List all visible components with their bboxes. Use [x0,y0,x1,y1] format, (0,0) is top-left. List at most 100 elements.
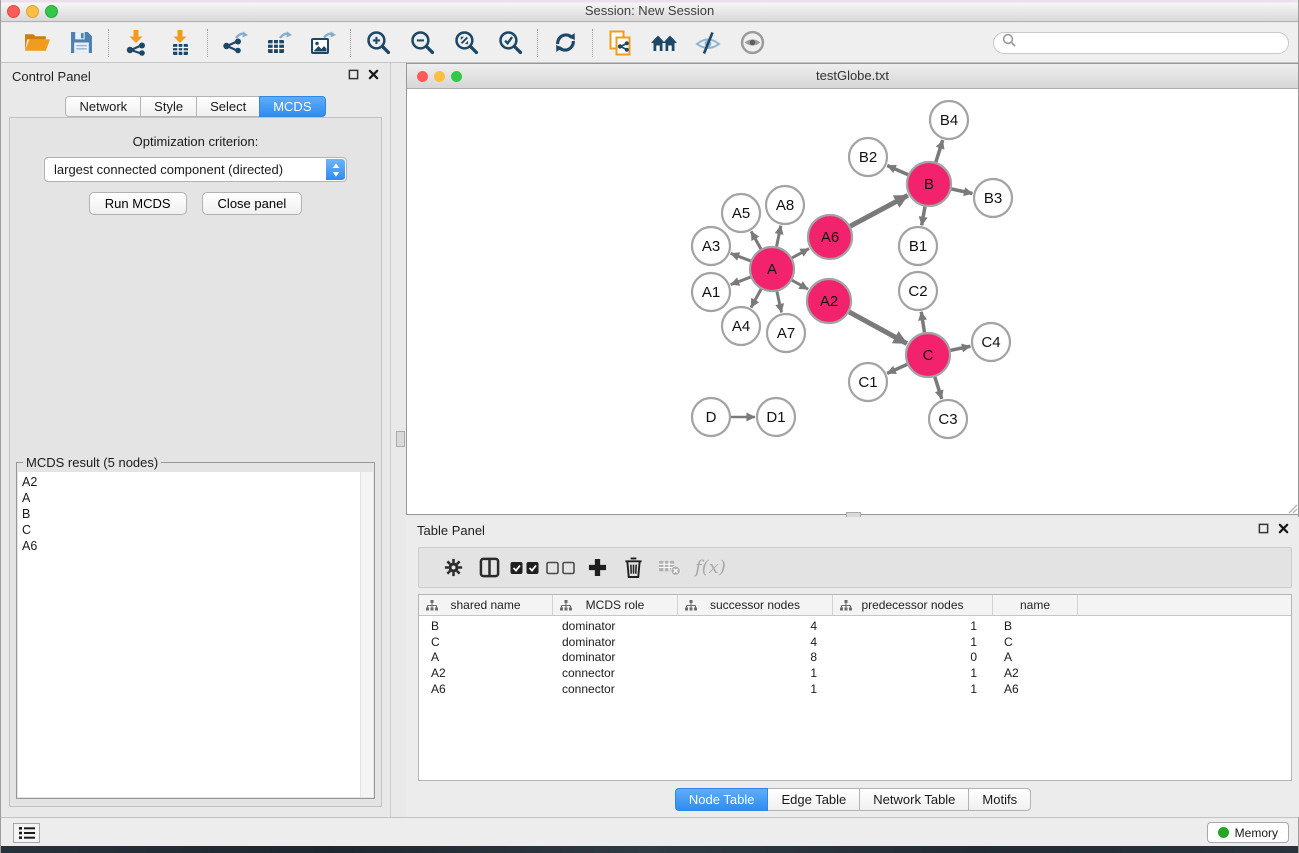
save-session-icon[interactable] [67,29,95,57]
search-field[interactable] [993,32,1289,54]
criterion-dropdown[interactable]: largest connected component (directed) [44,157,347,182]
tab-mcds[interactable]: MCDS [259,96,325,117]
graph-node-D1[interactable]: D1 [757,398,795,436]
network-canvas[interactable]: AA1A2A3A4A5A6A7A8BB1B2B3B4CC1C2C3C4DD1 [407,89,1298,514]
graph-node-D[interactable]: D [692,398,730,436]
add-column-icon[interactable] [579,553,615,583]
graph-edge-A-A3[interactable] [731,253,754,262]
close-panel-icon[interactable] [1278,521,1289,539]
table-row[interactable]: A2connector11A2 [419,666,1291,682]
float-panel-icon[interactable] [1258,521,1269,539]
graph-edge-A-A5[interactable] [751,231,762,251]
tab-node-table[interactable]: Node Table [675,788,769,811]
graph-edge-A-A1[interactable] [731,276,754,285]
graph-node-A1[interactable]: A1 [692,273,730,311]
graph-edge-A-A4[interactable] [751,287,762,308]
export-network-icon[interactable] [221,29,249,57]
column-header-mcds-role[interactable]: MCDS role [552,595,677,615]
memory-button[interactable]: Memory [1207,822,1289,843]
graph-node-A6[interactable]: A6 [808,215,852,259]
settings-gear-icon[interactable] [435,553,471,583]
graph-node-A[interactable]: A [750,247,794,291]
zoom-fit-icon[interactable] [452,29,480,57]
minimize-window-button[interactable] [26,5,39,18]
update-view-icon[interactable] [551,29,579,57]
close-window-button[interactable] [7,5,20,18]
import-network-icon[interactable] [122,29,150,57]
export-table-icon[interactable] [265,29,293,57]
graph-edge-C-C3[interactable] [934,374,942,399]
column-header-name[interactable]: name [992,595,1077,615]
graph-edge-C-C1[interactable] [887,363,910,373]
window-resize-grip[interactable] [1286,502,1298,514]
result-scrollbar[interactable] [360,472,373,797]
task-history-button[interactable] [13,823,40,843]
graph-edge-B-B1[interactable] [922,204,926,226]
graph-node-C[interactable]: C [906,333,950,377]
open-session-icon[interactable] [23,29,51,57]
graph-edge-A2-C[interactable] [847,311,907,344]
tab-style[interactable]: Style [140,96,197,117]
network-zoom-button[interactable] [451,71,462,82]
graph-edge-B-B3[interactable] [949,188,973,193]
mcds-result-item[interactable]: A6 [18,538,373,554]
zoom-out-icon[interactable] [408,29,436,57]
float-panel-icon[interactable] [348,67,359,85]
clone-network-icon[interactable] [606,29,634,57]
tab-select[interactable]: Select [196,96,260,117]
search-input[interactable] [1021,35,1280,50]
table-row[interactable]: Bdominator41B [419,619,1291,635]
mcds-result-item[interactable]: A2 [18,474,373,490]
network-close-button[interactable] [417,71,428,82]
export-image-icon[interactable] [309,29,337,57]
graph-edge-C-C4[interactable] [948,346,971,351]
hide-graphics-details-icon[interactable] [694,29,722,57]
table-row[interactable]: A6connector11A6 [419,682,1291,698]
network-minimize-button[interactable] [434,71,445,82]
graph-node-B[interactable]: B [907,162,951,206]
run-mcds-button[interactable]: Run MCDS [89,192,187,215]
mcds-result-item[interactable]: B [18,506,373,522]
delete-column-icon[interactable] [615,553,651,583]
graph-node-B3[interactable]: B3 [974,179,1012,217]
column-header-successor-nodes[interactable]: successor nodes [677,595,832,615]
zoom-window-button[interactable] [45,5,58,18]
network-browser-icon[interactable] [650,29,678,57]
graph-edge-A-A7[interactable] [776,289,781,313]
table-row[interactable]: Adominator80A [419,650,1291,666]
graph-edge-B-B4[interactable] [935,140,943,165]
graph-node-A4[interactable]: A4 [722,307,760,345]
graph-node-A3[interactable]: A3 [692,227,730,265]
graph-node-A2[interactable]: A2 [807,279,851,323]
zoom-selected-icon[interactable] [496,29,524,57]
graph-node-B4[interactable]: B4 [930,101,968,139]
birdseye-view-icon[interactable] [738,29,766,57]
graph-node-C4[interactable]: C4 [972,323,1010,361]
graph-edge-A6-B[interactable] [848,195,908,227]
import-table-icon[interactable] [166,29,194,57]
tab-network[interactable]: Network [65,96,141,117]
mcds-result-item[interactable]: A [18,490,373,506]
mcds-result-list[interactable]: A2ABCA6 [18,472,373,797]
tab-motifs[interactable]: Motifs [968,788,1031,811]
graph-node-C3[interactable]: C3 [929,400,967,438]
close-panel-icon[interactable] [368,67,379,85]
graph-edge-B-B2[interactable] [887,165,911,175]
unselect-all-icon[interactable] [543,553,579,583]
tab-edge-table[interactable]: Edge Table [767,788,860,811]
graph-node-B1[interactable]: B1 [899,227,937,265]
graph-edge-A-A2[interactable] [789,279,808,289]
graph-node-A8[interactable]: A8 [766,186,804,224]
zoom-in-icon[interactable] [364,29,392,57]
column-header-predecessor-nodes[interactable]: predecessor nodes [832,595,992,615]
column-header-shared-name[interactable]: shared name [419,595,552,615]
mcds-result-item[interactable]: C [18,522,373,538]
vertical-splitter-handle[interactable] [396,431,405,447]
graph-node-C2[interactable]: C2 [899,272,937,310]
graph-edge-A-A6[interactable] [790,249,809,260]
graph-node-C1[interactable]: C1 [849,363,887,401]
select-all-icon[interactable] [507,553,543,583]
graph-edge-A-A8[interactable] [776,226,781,250]
close-panel-button[interactable]: Close panel [202,192,303,215]
show-column-icon[interactable] [471,553,507,583]
